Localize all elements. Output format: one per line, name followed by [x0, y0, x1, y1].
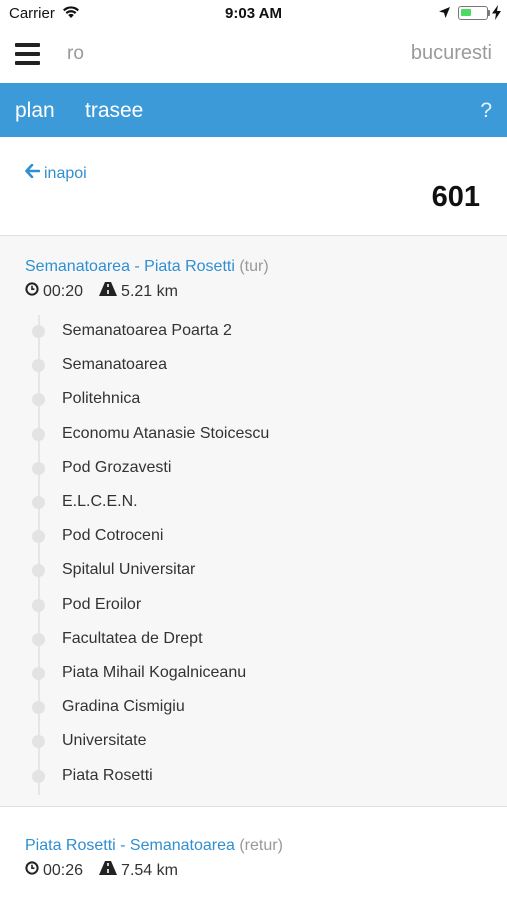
city-selector[interactable]: bucuresti	[411, 42, 492, 65]
route-section-retur: Piata Rosetti - Semanatoarea (retur) 00:…	[0, 807, 507, 900]
route-distance: 5.21 km	[121, 282, 178, 300]
stop-dot-icon	[32, 461, 45, 475]
nav-plan-link[interactable]: plan	[15, 99, 55, 123]
route-duration: 00:20	[43, 282, 84, 300]
status-bar: Carrier 9:03 AM	[0, 0, 507, 28]
stop-name: Facultatea de Drept	[62, 629, 203, 647]
stop-item[interactable]: Semanatoarea Poarta 2	[0, 315, 507, 349]
stop-dot-icon	[32, 427, 45, 441]
stop-item[interactable]: Economu Atanasie Stoicescu	[0, 418, 507, 452]
stop-dot-icon	[32, 701, 45, 715]
nav-trasee-link[interactable]: trasee	[85, 99, 143, 123]
stop-item[interactable]: E.L.C.E.N.	[0, 486, 507, 520]
route-title[interactable]: Semanatoarea - Piata Rosetti (tur)	[25, 258, 269, 276]
stop-dot-icon	[32, 769, 45, 783]
stop-item[interactable]: Facultatea de Drept	[0, 623, 507, 657]
stop-item[interactable]: Pod Eroilor	[0, 589, 507, 623]
route-distance: 7.54 km	[121, 861, 178, 879]
route-meta: 00:20 5.21 km	[25, 282, 178, 301]
stop-item[interactable]: Pod Grozavesti	[0, 452, 507, 486]
back-link[interactable]: inapoi	[25, 163, 87, 183]
road-icon	[99, 282, 118, 301]
stop-item[interactable]: Pod Cotroceni	[0, 520, 507, 554]
stop-name: Spitalul Universitar	[62, 561, 196, 579]
route-name: Piata Rosetti - Semanatoarea	[25, 837, 235, 854]
stop-dot-icon	[32, 735, 45, 749]
stop-dot-icon	[32, 667, 45, 680]
stop-name: Gradina Cismigiu	[62, 698, 185, 716]
stop-name: Pod Cotroceni	[62, 527, 164, 545]
location-arrow-icon	[438, 6, 451, 24]
stop-item[interactable]: Piata Rosetti	[0, 760, 507, 794]
hamburger-menu-icon[interactable]	[15, 43, 40, 65]
help-button[interactable]: ?	[480, 99, 492, 123]
route-name: Semanatoarea - Piata Rosetti	[25, 258, 235, 275]
language-selector[interactable]: ro	[67, 43, 84, 65]
battery-icon	[458, 6, 488, 20]
route-title[interactable]: Piata Rosetti - Semanatoarea (retur)	[25, 837, 283, 855]
stop-dot-icon	[32, 496, 45, 509]
road-icon	[99, 861, 118, 880]
clock-icon	[25, 861, 39, 880]
clock: 9:03 AM	[225, 5, 282, 22]
stop-name: Semanatoarea Poarta 2	[62, 322, 232, 339]
stop-dot-icon	[32, 632, 45, 646]
route-duration: 00:26	[43, 861, 84, 879]
stop-item[interactable]: Semanatoarea	[0, 349, 507, 383]
stop-dot-icon	[32, 325, 45, 338]
stop-name: Pod Eroilor	[62, 595, 142, 613]
stop-item[interactable]: Politehnica	[0, 383, 507, 417]
battery-cap	[488, 10, 490, 16]
clock-icon	[25, 282, 39, 301]
stop-dot-icon	[32, 564, 45, 578]
route-direction: (tur)	[239, 258, 269, 275]
stop-dot-icon	[32, 530, 45, 544]
stop-name: Piata Rosetti	[62, 766, 153, 784]
stop-item[interactable]: Spitalul Universitar	[0, 554, 507, 588]
line-number: 601	[431, 181, 480, 213]
stop-name: Politehnica	[62, 390, 141, 408]
route-direction: (retur)	[239, 837, 283, 854]
stop-name: E.L.C.E.N.	[62, 493, 138, 510]
stop-name: Semanatoarea	[62, 356, 167, 374]
charging-bolt-icon	[492, 5, 501, 25]
top-header: ro bucuresti	[0, 28, 507, 82]
stop-name: Piata Mihail Kogalniceanu	[62, 664, 247, 681]
stop-dot-icon	[32, 393, 45, 407]
nav-bar: plan trasee ?	[0, 83, 507, 137]
stop-item[interactable]: Piata Mihail Kogalniceanu	[0, 657, 507, 691]
stop-dot-icon	[32, 359, 45, 373]
stop-name: Pod Grozavesti	[62, 458, 172, 476]
route-section-tur: Semanatoarea - Piata Rosetti (tur) 00:20…	[0, 236, 507, 806]
arrow-left-icon	[25, 163, 41, 183]
stop-dot-icon	[32, 598, 45, 612]
stop-list: Semanatoarea Poarta 2 Semanatoarea Politeh…	[0, 315, 507, 795]
route-meta: 00:26 7.54 km	[25, 861, 178, 880]
back-label: inapoi	[44, 164, 87, 182]
stop-item[interactable]: Universitate	[0, 725, 507, 759]
stop-item[interactable]: Gradina Cismigiu	[0, 691, 507, 725]
stop-name: Universitate	[62, 732, 147, 750]
stop-name: Economu Atanasie Stoicescu	[62, 424, 270, 442]
